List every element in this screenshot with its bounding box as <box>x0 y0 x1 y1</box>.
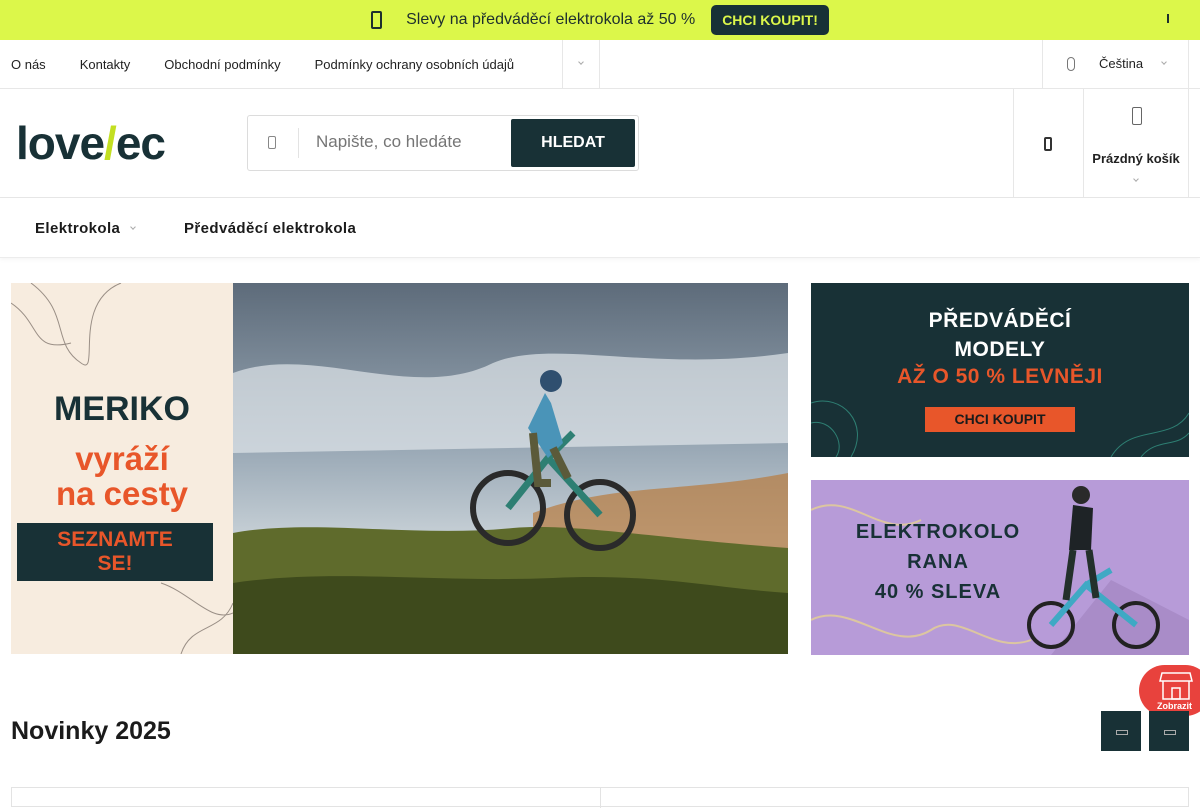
phone-icon <box>371 11 383 29</box>
search-input[interactable] <box>316 132 496 152</box>
carousel-next-button[interactable] <box>1149 711 1189 751</box>
rana-bike-banner[interactable]: ELEKTROKOLO RANA 40 % SLEVA <box>811 480 1189 655</box>
user-account-button[interactable] <box>1013 89 1084 197</box>
hero-subtitle: na cesty <box>55 475 189 512</box>
site-header: love/ec HLEDAT Prázdný košík <box>0 89 1200 198</box>
user-icon <box>1044 137 1052 151</box>
close-icon[interactable] <box>1164 14 1172 24</box>
logo-text: love <box>16 117 105 169</box>
hero-cta-text: SEZNAMTE <box>57 528 173 551</box>
language-selector[interactable]: Čeština <box>1042 40 1189 88</box>
cart-icon <box>1132 107 1142 125</box>
banner-title: ELEKTROKOLO <box>855 521 1021 543</box>
banner-title: PŘEDVÁDĚCÍ <box>928 309 1072 332</box>
topnav-link-contacts[interactable]: Kontakty <box>80 57 131 72</box>
language-label: Čeština <box>1099 56 1144 71</box>
chevron-down-icon <box>130 224 136 230</box>
search-icon <box>268 136 276 149</box>
hero-title: MERIKO <box>54 390 190 428</box>
topnav-link-about[interactable]: O nás <box>11 57 46 72</box>
more-links-button[interactable] <box>562 40 600 88</box>
topnav-link-privacy[interactable]: Podmínky ochrany osobních údajů <box>315 57 514 72</box>
demo-models-banner[interactable]: PŘEDVÁDĚCÍ MODELY AŽ O 50 % LEVNĚJI CHCI… <box>811 283 1189 457</box>
hero-bike-photo <box>233 283 788 654</box>
hero-cta-button[interactable]: SEZNAMTE SE! <box>17 523 213 581</box>
search-box: HLEDAT <box>247 115 639 171</box>
category-demo-bikes[interactable]: Předváděcí elektrokola <box>184 220 356 237</box>
store-finder-label: Zobrazit <box>1157 701 1192 711</box>
store-icon <box>1159 672 1193 700</box>
product-grid <box>11 787 1189 808</box>
chevron-down-icon <box>578 59 584 65</box>
topnav-link-terms[interactable]: Obchodní podmínky <box>164 57 280 72</box>
chevron-down-icon <box>1133 176 1139 182</box>
announcement-text: Slevy na předváděcí elektrokola až 50 % <box>406 11 696 28</box>
cart-button[interactable]: Prázdný košík <box>1083 89 1189 197</box>
search-button[interactable]: HLEDAT <box>511 119 635 167</box>
store-finder-button[interactable]: Zobrazit <box>1139 665 1200 716</box>
logo-bolt: / <box>104 117 117 169</box>
announcement-bar: Slevy na předváděcí elektrokola až 50 % … <box>0 0 1200 40</box>
search-divider <box>298 128 299 158</box>
logo-text: ec <box>115 117 166 169</box>
cart-label: Prázdný košík <box>1092 151 1180 166</box>
carousel-prev-button[interactable] <box>1101 711 1141 751</box>
banner-discount: AŽ O 50 % LEVNĚJI <box>897 365 1103 388</box>
hero-subtitle: vyráží <box>75 440 169 477</box>
announcement-buy-button[interactable]: CHCI KOUPIT! <box>711 5 829 35</box>
category-electric-bikes[interactable]: Elektrokola <box>35 220 120 237</box>
hero-banner[interactable]: MERIKO vyráží na cesty SEZNAMTE SE! <box>11 283 788 654</box>
banner-discount: 40 % SLEVA <box>874 581 1002 603</box>
banner-title: MODELY <box>954 338 1046 361</box>
category-nav: Elektrokola Předváděcí elektrokola <box>0 198 1200 258</box>
hero-text-panel: MERIKO vyráží na cesty SEZNAMTE SE! <box>11 283 233 654</box>
hero-cta-text: SE! <box>97 552 133 575</box>
chevron-down-icon <box>1161 59 1167 65</box>
banner-title: RANA <box>907 551 969 573</box>
globe-icon <box>1067 57 1075 71</box>
section-title: Novinky 2025 <box>11 717 171 745</box>
site-logo[interactable]: love/ec <box>16 117 166 169</box>
banner-buy-button[interactable]: CHCI KOUPIT <box>925 407 1075 432</box>
product-divider <box>600 788 601 808</box>
top-nav: O nás Kontakty Obchodní podmínky Podmínk… <box>0 40 1200 89</box>
